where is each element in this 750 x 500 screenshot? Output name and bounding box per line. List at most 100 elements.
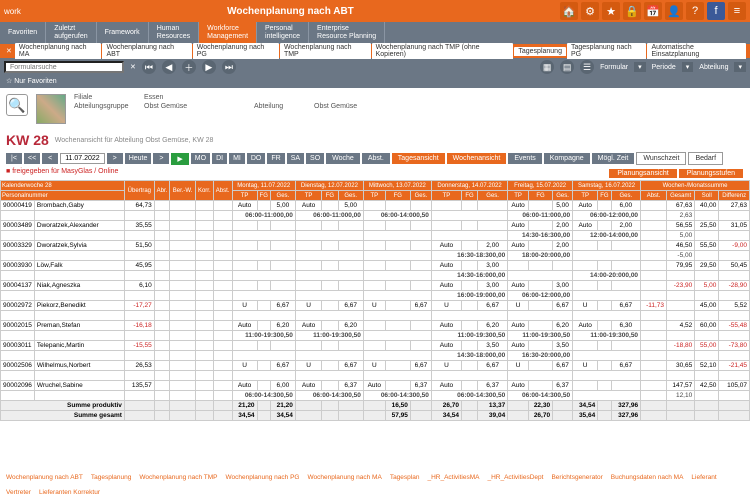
cell[interactable] [598, 201, 611, 211]
footer-link[interactable]: Buchungsdaten nach MA [611, 474, 684, 481]
day-btn[interactable]: DO [247, 153, 266, 164]
footer-link[interactable]: Lieferanten Korrektur [39, 489, 100, 496]
time-cell[interactable]: 16:00-19:000,00 [431, 291, 507, 301]
cell[interactable] [385, 201, 410, 211]
cell[interactable]: Auto [295, 381, 321, 391]
cell[interactable]: U [508, 301, 529, 311]
time-cell[interactable]: 16:30-20:000,00 [508, 351, 573, 361]
cell[interactable] [322, 281, 338, 291]
cell[interactable] [598, 341, 611, 351]
cell[interactable]: 2,00 [553, 221, 573, 231]
cell[interactable]: 6,67 [270, 361, 295, 371]
cell[interactable] [598, 261, 611, 271]
cell[interactable]: 2,00 [553, 241, 573, 251]
cell[interactable] [529, 361, 553, 371]
time-cell[interactable]: 06:00-12:000,00 [508, 291, 573, 301]
cell[interactable] [573, 261, 598, 271]
time-cell[interactable] [295, 371, 363, 381]
cell[interactable] [462, 361, 478, 371]
view-btn[interactable]: Mögl. Zeit [592, 153, 635, 164]
cell[interactable] [611, 241, 640, 251]
nav-first-icon[interactable]: ⏮ [142, 60, 156, 74]
cell[interactable] [363, 321, 385, 331]
time-cell[interactable] [431, 231, 507, 241]
footer-link[interactable]: Wochenplanung nach ABT [6, 474, 83, 481]
emp-id[interactable]: 90000419 [1, 201, 35, 211]
cell[interactable] [322, 221, 338, 231]
tab[interactable]: Automatische Einsatzplanung [647, 43, 746, 59]
filiale-value[interactable]: Essen [144, 94, 244, 101]
nav-first[interactable]: |< [6, 153, 22, 164]
cell[interactable] [385, 341, 410, 351]
cell[interactable] [529, 201, 553, 211]
time-cell[interactable] [573, 351, 641, 361]
cell[interactable] [529, 321, 553, 331]
cell[interactable]: Auto [508, 341, 529, 351]
emp-id[interactable]: 90003329 [1, 241, 35, 251]
abteilung-dd[interactable]: ▾ [734, 62, 746, 72]
cell[interactable] [385, 221, 410, 231]
cell[interactable]: Auto [431, 241, 461, 251]
menu-item[interactable]: WorkforceManagement [199, 22, 257, 44]
time-cell[interactable]: 18:00-20:000,00 [508, 251, 573, 261]
cell[interactable]: U [431, 301, 461, 311]
cell[interactable] [462, 321, 478, 331]
time-cell[interactable] [573, 371, 641, 381]
cell[interactable]: 6,30 [611, 321, 640, 331]
menu-item[interactable]: Personalintelligence [257, 22, 309, 44]
cell[interactable] [385, 281, 410, 291]
cell[interactable] [338, 221, 363, 231]
cell[interactable] [270, 221, 295, 231]
cell[interactable] [257, 301, 270, 311]
view-btn[interactable]: Tagesansicht [392, 153, 445, 164]
emp-id[interactable]: 90003489 [1, 221, 35, 231]
time-cell[interactable] [573, 311, 641, 321]
mode3-icon[interactable]: ☰ [580, 60, 594, 74]
time-cell[interactable] [431, 371, 507, 381]
time-cell[interactable]: 12:00-14:000,00 [573, 231, 641, 241]
cell[interactable] [598, 361, 611, 371]
time-cell[interactable]: 06:00-11:000,00 [232, 211, 295, 221]
footer-link[interactable]: Wochenplanung nach PG [226, 474, 300, 481]
cell[interactable] [257, 221, 270, 231]
tab-close[interactable]: ✕ [4, 47, 14, 55]
nav-prev-icon[interactable]: ◀ [162, 60, 176, 74]
cell[interactable] [295, 241, 321, 251]
cell[interactable] [257, 341, 270, 351]
cell[interactable] [322, 241, 338, 251]
cell[interactable] [573, 381, 598, 391]
footer-link[interactable]: Tagesplan [390, 474, 420, 481]
mode2-icon[interactable]: ▤ [560, 60, 574, 74]
cell[interactable]: Auto [508, 221, 529, 231]
time-cell[interactable] [295, 351, 363, 361]
nav-add-icon[interactable]: ＋ [182, 60, 196, 74]
cell[interactable] [573, 341, 598, 351]
day-btn[interactable]: MO [191, 153, 210, 164]
cell[interactable] [295, 221, 321, 231]
cell[interactable] [232, 341, 257, 351]
tab[interactable]: Tagesplanung [514, 47, 566, 56]
cell[interactable] [598, 241, 611, 251]
time-cell[interactable]: 11:00-19:300,50 [431, 331, 507, 341]
day-btn[interactable]: MI [229, 153, 245, 164]
footer-link[interactable]: Vertreter [6, 489, 31, 496]
cell[interactable]: 3,00 [478, 281, 508, 291]
time-cell[interactable] [232, 231, 295, 241]
time-cell[interactable] [295, 291, 363, 301]
time-cell[interactable]: 06:00-11:000,00 [508, 211, 573, 221]
day-btn[interactable]: FR [267, 153, 284, 164]
cell[interactable]: Auto [363, 381, 385, 391]
emp-name[interactable]: Telepanic,Martin [34, 341, 124, 351]
cell[interactable] [232, 261, 257, 271]
cell[interactable] [611, 381, 640, 391]
cell[interactable] [529, 241, 553, 251]
cell[interactable]: Auto [295, 201, 321, 211]
facebook-icon[interactable]: f [707, 2, 725, 20]
emp-name[interactable]: Piekorz,Benedikt [34, 301, 124, 311]
cell[interactable] [270, 341, 295, 351]
cell[interactable]: Auto [431, 281, 461, 291]
nav-nn[interactable]: > [153, 153, 169, 164]
cell[interactable] [410, 241, 431, 251]
cell[interactable] [462, 241, 478, 251]
cell[interactable] [529, 381, 553, 391]
